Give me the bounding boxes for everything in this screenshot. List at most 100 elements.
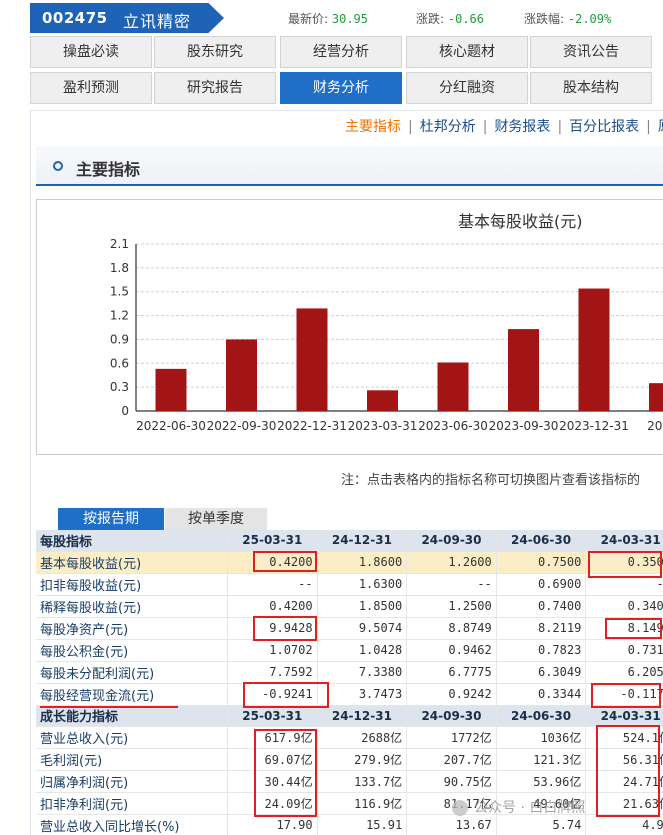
- table-cell: 0.3400: [585, 595, 663, 618]
- nav-tab-active[interactable]: 财务分析: [280, 72, 402, 104]
- table-cell: --: [585, 573, 663, 596]
- table-cell: 9.9428: [227, 617, 318, 640]
- section-header-label: 每股指标: [36, 530, 229, 552]
- price-change-label: 涨跌:: [416, 12, 445, 26]
- indicator-name-link[interactable]: 归属净利润(元): [36, 770, 229, 793]
- nav-tab[interactable]: 操盘必读: [30, 36, 152, 68]
- nav-tab[interactable]: 资讯公告: [530, 36, 652, 68]
- indicator-name-link[interactable]: 扣非每股收益(元): [36, 573, 229, 596]
- indicator-name-link[interactable]: 毛利润(元): [36, 748, 229, 771]
- table-cell: 8.8749: [406, 617, 497, 640]
- bar: [508, 329, 539, 411]
- financial-table: 每股指标 25-03-31 24-12-31 24-09-30 24-06-30 24-0…: [36, 530, 663, 835]
- table-cell: 1.2600: [406, 551, 497, 574]
- table-row: 营业总收入同比增长(%)17.9015.9113.675.744.93: [36, 814, 663, 835]
- bar: [649, 383, 663, 411]
- nav-tab[interactable]: 研究报告: [154, 72, 276, 104]
- table-cell: --: [406, 573, 497, 596]
- column-date: 24-03-31: [585, 705, 663, 727]
- nav-tab[interactable]: 分红融资: [406, 72, 528, 104]
- y-tick-label: 0.9: [110, 332, 129, 346]
- subnav-separator: |: [482, 119, 488, 135]
- column-date: 24-12-31: [317, 530, 408, 552]
- column-date: 24-12-31: [317, 705, 408, 727]
- nav-tab[interactable]: 核心题材: [406, 36, 528, 68]
- table-cell: 56.31亿: [585, 748, 663, 771]
- subnav-separator: |: [646, 119, 651, 135]
- table-row: 每股公积金(元)1.07021.04280.94620.78230.7312: [36, 639, 663, 662]
- table-cell: 24.09亿: [227, 792, 318, 815]
- table-cell: 617.9亿: [227, 726, 318, 749]
- x-tick-label: 2023-03-31: [348, 419, 418, 433]
- indicator-name-link[interactable]: 营业总收入同比增长(%): [36, 814, 229, 835]
- tab-by-quarter[interactable]: 按单季度: [165, 508, 267, 530]
- table-section-header: 每股指标 25-03-31 24-12-31 24-09-30 24-06-30 24-0…: [36, 530, 663, 552]
- table-cell: --: [227, 573, 318, 596]
- table-cell: 1.0428: [317, 639, 408, 662]
- price-change-pct-value: -2.09%: [567, 12, 612, 26]
- table-cell: 7.3380: [317, 661, 408, 684]
- section-header: 主要指标: [36, 146, 663, 186]
- stock-badge: 002475 立讯精密: [30, 3, 224, 33]
- table-cell: 17.90: [227, 814, 318, 835]
- subnav-main-indicators[interactable]: 主要指标: [345, 116, 401, 136]
- nav-tab[interactable]: 盈利预测: [30, 72, 152, 104]
- table-cell: 3.7473: [317, 683, 408, 706]
- x-tick-label: 2024-: [647, 419, 663, 433]
- highlight-underline: [40, 706, 178, 708]
- table-cell: -0.1178: [585, 683, 663, 706]
- y-tick-label: 1.2: [110, 309, 129, 323]
- table-cell: 7.7592: [227, 661, 318, 684]
- table-cell: 1.8500: [317, 595, 408, 618]
- column-date: 25-03-31: [227, 705, 318, 727]
- price-change-pct-label: 涨跌幅:: [524, 12, 565, 26]
- indicator-name-link[interactable]: 基本每股收益(元): [36, 551, 229, 574]
- subnav-percentage[interactable]: 百分比报表: [569, 116, 639, 136]
- indicator-name-link[interactable]: 稀释每股收益(元): [36, 595, 229, 618]
- bar: [296, 308, 328, 411]
- table-cell: 207.7亿: [406, 748, 497, 771]
- table-cell: 1036亿: [496, 726, 587, 749]
- nav-tab[interactable]: 经营分析: [280, 36, 402, 68]
- subnav-dupont[interactable]: 杜邦分析: [420, 116, 476, 136]
- latest-price: 最新价: 30.95: [288, 10, 368, 27]
- indicator-name-link[interactable]: 每股公积金(元): [36, 639, 229, 662]
- table-cell: 53.96亿: [496, 770, 587, 793]
- bar: [367, 390, 398, 411]
- table-row: 毛利润(元)69.07亿279.9亿207.7亿121.3亿56.31亿: [36, 748, 663, 771]
- table-cell: 0.7823: [496, 639, 587, 662]
- subnav-more[interactable]: 原: [658, 116, 663, 136]
- column-date: 24-03-31: [585, 530, 663, 552]
- section-header-label: 成长能力指标: [36, 705, 229, 727]
- y-tick-label: 0: [121, 404, 129, 418]
- watermark: 公众号 · 白白牌照: [452, 797, 585, 817]
- column-date: 25-03-31: [227, 530, 318, 552]
- nav-row-1: 操盘必读 股东研究 经营分析 核心题材 资讯公告: [30, 36, 663, 68]
- indicator-name-link[interactable]: 营业总收入(元): [36, 726, 229, 749]
- price-change-value: -0.66: [447, 12, 484, 26]
- table-section-header: 成长能力指标 25-03-31 24-12-31 24-09-30 24-06-30 24…: [36, 705, 663, 727]
- nav-tab[interactable]: 股本结构: [530, 72, 652, 104]
- tab-by-report-period[interactable]: 按报告期: [58, 508, 164, 530]
- indicator-name-link[interactable]: 每股经营现金流(元): [36, 683, 229, 706]
- subnav-statements[interactable]: 财务报表: [494, 116, 550, 136]
- table-cell: 0.7400: [496, 595, 587, 618]
- indicator-name-link[interactable]: 扣非净利润(元): [36, 792, 229, 815]
- nav-tab[interactable]: 股东研究: [154, 36, 276, 68]
- table-cell: 133.7亿: [317, 770, 408, 793]
- y-tick-label: 1.5: [110, 285, 129, 299]
- indicator-name-link[interactable]: 每股未分配利润(元): [36, 661, 229, 684]
- sub-nav: 主要指标 | 杜邦分析 | 财务报表 | 百分比报表 | 原: [345, 116, 663, 136]
- table-cell: 69.07亿: [227, 748, 318, 771]
- table-cell: 0.4200: [227, 551, 318, 574]
- indicator-name-link[interactable]: 每股净资产(元): [36, 617, 229, 640]
- table-cell: 0.7312: [585, 639, 663, 662]
- table-row: 每股净资产(元)9.94289.50748.87498.21198.1494: [36, 617, 663, 640]
- circle-icon: [53, 161, 63, 171]
- table-cell: 90.75亿: [406, 770, 497, 793]
- table-row: 归属净利润(元)30.44亿133.7亿90.75亿53.96亿24.71亿: [36, 770, 663, 793]
- table-cell: 279.9亿: [317, 748, 408, 771]
- bar: [226, 339, 257, 411]
- stock-header: 002475 立讯精密 最新价: 30.95 涨跌: -0.66 涨跌幅: -2…: [0, 0, 663, 36]
- wechat-icon: [452, 800, 468, 816]
